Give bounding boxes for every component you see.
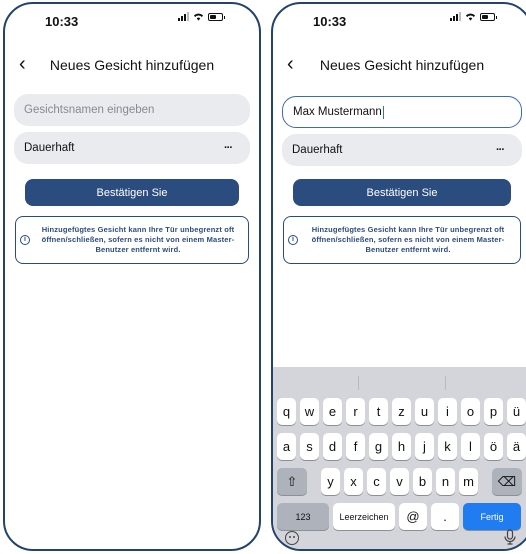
suggestion-bar [273,367,526,399]
status-time: 10:33 [45,14,79,29]
key[interactable]: y [321,468,340,495]
emoji-icon[interactable] [285,531,299,545]
face-name-input[interactable]: Max Mustermann [282,96,522,128]
key[interactable]: g [369,433,388,460]
suggestion-slot[interactable] [446,376,526,390]
nav-bar: ‹ Neues Gesicht hinzufügen [273,54,526,76]
key[interactable]: e [323,398,342,425]
key[interactable]: v [390,468,409,495]
shift-key[interactable]: ⇧ [277,468,307,495]
key-row-2: a s d f g h j k l ö ä [277,433,526,460]
confirm-button[interactable]: Bestätigen Sie [293,179,511,206]
info-icon: i [288,235,298,245]
key[interactable]: f [346,433,365,460]
key[interactable]: k [438,433,457,460]
key[interactable]: h [392,433,411,460]
phone-screen-keyboard: 10:33 ‹ Neues Gesicht hinzufügen Max Mus… [271,2,526,551]
phone-screen-empty: 10:33 ‹ Neues Gesicht hinzufügen Gesicht… [3,2,261,551]
key[interactable]: n [436,468,455,495]
page-title: Neues Gesicht hinzufügen [319,57,485,73]
key[interactable]: q [277,398,296,425]
key[interactable]: t [369,398,388,425]
duration-select[interactable]: Dauerhaft ··· [14,132,250,164]
key[interactable]: r [346,398,365,425]
key[interactable]: b [413,468,432,495]
key[interactable]: x [344,468,363,495]
key[interactable]: d [323,433,342,460]
status-icons [450,12,497,21]
key[interactable]: i [438,398,457,425]
signal-icon [178,12,189,21]
key[interactable]: ä [507,433,526,460]
delete-key[interactable]: ⌫ [492,468,522,495]
battery-icon [208,12,225,21]
duration-select[interactable]: Dauerhaft ··· [282,134,522,166]
text-caret [382,105,384,119]
key[interactable]: w [300,398,319,425]
info-text: Hinzugefügtes Gesicht kann Ihre Tür unbe… [311,225,505,254]
key[interactable]: o [461,398,480,425]
status-icons [178,12,225,21]
key[interactable]: a [277,433,296,460]
suggestion-slot[interactable] [273,376,360,390]
face-name-input[interactable]: Gesichtsnamen eingeben [14,94,250,126]
key[interactable]: j [415,433,434,460]
info-icon: i [20,235,30,245]
key[interactable]: s [300,433,319,460]
more-options-icon[interactable]: ··· [496,144,505,156]
keyboard-bottom-bar [273,525,526,545]
wifi-icon [193,13,204,21]
key[interactable]: ü [507,398,526,425]
status-time: 10:33 [313,14,347,29]
suggestion-slot[interactable] [359,376,446,390]
key[interactable]: c [367,468,386,495]
info-text: Hinzugefügtes Gesicht kann Ihre Tür unbe… [41,225,235,254]
more-options-icon[interactable]: ··· [224,142,233,154]
info-box: i Hinzugefügtes Gesicht kann Ihre Tür un… [283,216,521,264]
key[interactable]: z [392,398,411,425]
info-box: i Hinzugefügtes Gesicht kann Ihre Tür un… [15,216,249,264]
key[interactable]: m [459,468,478,495]
key[interactable]: ö [484,433,503,460]
key[interactable]: p [484,398,503,425]
page-title: Neues Gesicht hinzufügen [49,57,215,73]
signal-icon [450,12,461,21]
confirm-button[interactable]: Bestätigen Sie [25,179,239,206]
duration-value: Dauerhaft [24,142,75,154]
on-screen-keyboard: q w e r t z u i o p ü a s d f g h j k l … [273,367,526,549]
battery-icon [480,12,497,21]
key[interactable]: u [415,398,434,425]
duration-value: Dauerhaft [292,144,343,156]
key-row-3: ⇧ y x c v b n m ⌫ [277,468,526,495]
face-name-value: Max Mustermann [293,106,382,118]
wifi-icon [465,13,476,21]
nav-bar: ‹ Neues Gesicht hinzufügen [5,54,259,76]
key-row-1: q w e r t z u i o p ü [277,398,526,425]
key[interactable]: l [461,433,480,460]
microphone-icon[interactable] [503,529,517,545]
